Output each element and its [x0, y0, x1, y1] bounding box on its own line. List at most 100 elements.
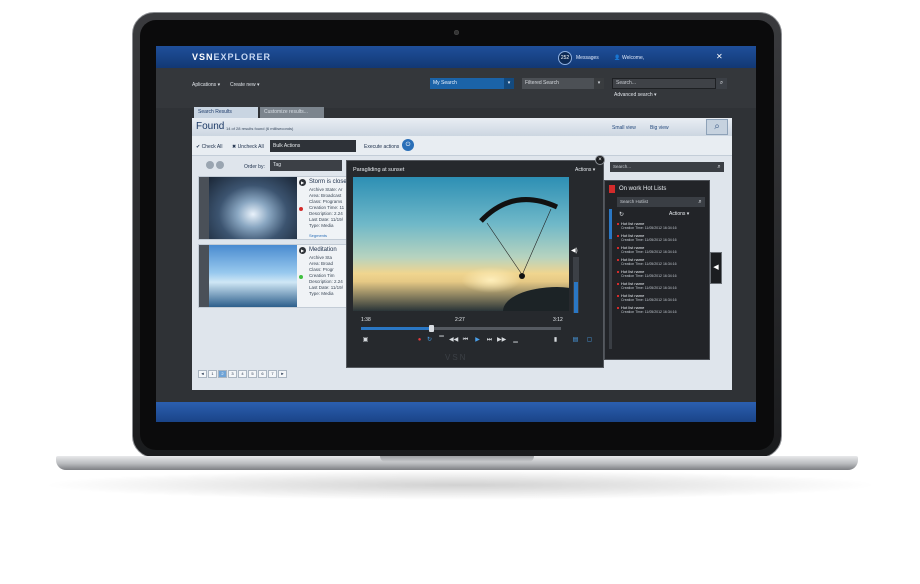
player-actions-menu[interactable]: Actions ▾	[575, 167, 595, 173]
pager-page[interactable]: 6	[258, 370, 267, 378]
found-detail: 14 of 28 results found (6 milliseconds)	[226, 126, 294, 131]
hotlist-item[interactable]: Hot list name Creation Time: 11/05/2012 1…	[617, 281, 705, 292]
found-title: Found	[196, 121, 225, 132]
asset-title[interactable]: Meditation	[309, 247, 337, 253]
fast-forward-icon[interactable]: ▶▶	[497, 336, 506, 345]
prev-icon[interactable]: ⏮	[461, 336, 470, 345]
loop-icon[interactable]: ↻	[425, 336, 434, 345]
record-icon[interactable]: ●	[415, 336, 424, 345]
filtered-search-select[interactable]: Filtered Search ▾	[522, 78, 604, 89]
pager-prev[interactable]: ◄	[198, 370, 207, 378]
player-title: Paragliding at sunset	[353, 167, 405, 173]
asset-meta: Type: Media	[309, 291, 334, 296]
hotlist-actions-menu[interactable]: Actions ▾	[669, 211, 689, 217]
tab-search-results[interactable]: Search Results	[194, 107, 258, 118]
top-search-input[interactable]: Search...	[612, 78, 716, 89]
order-by-select[interactable]: Tag	[270, 160, 342, 171]
logo-prefix: VSN	[192, 52, 214, 62]
play-icon[interactable]: ▶	[473, 336, 482, 345]
hotlist-scroll-thumb[interactable]	[609, 209, 612, 239]
volume-icon[interactable]: ◀)	[571, 247, 581, 255]
play-icon[interactable]: ▶	[299, 247, 306, 254]
frame-icon[interactable]: ▣	[361, 336, 370, 345]
refresh-icon[interactable]: ↻	[619, 211, 624, 218]
pager-page[interactable]: 4	[238, 370, 247, 378]
asset-card[interactable]: ▶ Meditation Archive Sta Area: Broad Cla…	[198, 244, 360, 308]
check-all-button[interactable]: ✔ Check All	[196, 144, 222, 150]
paraglider-pilot	[519, 273, 525, 279]
hotlist-marker	[617, 223, 619, 225]
hotlist-time: Creation Time: 11/05/2012 16:34:16	[621, 310, 677, 314]
app-logo: VSNEXPLORER	[192, 52, 271, 62]
chevron-down-icon: ▾	[594, 78, 604, 89]
pager-page[interactable]: 7	[268, 370, 277, 378]
hotlist-collapse-tab[interactable]: ◀	[710, 252, 722, 284]
mark-out-icon[interactable]: ▁	[511, 336, 520, 345]
create-new-menu[interactable]: Create new ▾	[230, 82, 259, 88]
time-mid: 2:27	[455, 317, 465, 323]
progress-fill	[361, 327, 431, 330]
hotlist-item[interactable]: Hot list name Creation Time: 11/05/2012 1…	[617, 305, 705, 316]
hotlist-item[interactable]: Hot list name Creation Time: 11/05/2012 1…	[617, 221, 705, 232]
expand-icon[interactable]	[216, 161, 224, 169]
play-icon[interactable]: ▶	[299, 179, 306, 186]
bulk-actions-select[interactable]: Bulk Actions	[270, 140, 356, 152]
search-icon[interactable]: ⌕	[695, 197, 705, 207]
user-icon: 👤	[614, 55, 621, 61]
hotlist-item[interactable]: Hot list name Creation Time: 11/05/2012 1…	[617, 245, 705, 256]
hotlist-item[interactable]: Hot list name Creation Time: 11/05/2012 1…	[617, 293, 705, 304]
time-current: 1:38	[361, 317, 371, 323]
chevron-down-icon: ▾	[504, 78, 514, 89]
hotlists-title: On work Hot Lists	[619, 186, 667, 192]
power-icon[interactable]: ⏻	[402, 139, 414, 151]
pager-page[interactable]: 3	[228, 370, 237, 378]
asset-title[interactable]: Storm is close	[309, 179, 347, 185]
next-icon[interactable]: ⏭	[485, 336, 494, 345]
big-view-link[interactable]: Big view	[650, 125, 669, 131]
my-search-label: My Search	[433, 80, 457, 86]
pager-page[interactable]: 1	[208, 370, 217, 378]
messages-link[interactable]: Messages	[576, 55, 599, 61]
asset-meta: Class: Programs	[309, 199, 343, 204]
segments-link[interactable]: Segments	[309, 233, 327, 238]
laptop-shadow	[40, 470, 880, 500]
fullscreen-icon[interactable]: ▢	[585, 336, 594, 345]
rewind-icon[interactable]: ◀◀	[449, 336, 458, 345]
messages-count-badge[interactable]: 252	[558, 51, 572, 65]
paraglider-wing	[479, 197, 559, 223]
bookmark-icon[interactable]: ▮	[551, 336, 560, 345]
tab-customize-results[interactable]: Customize results...	[260, 107, 324, 118]
pager-page-current[interactable]: 2	[218, 370, 227, 378]
video-frame[interactable]	[353, 177, 569, 311]
asset-thumbnail[interactable]	[209, 245, 297, 307]
welcome-link[interactable]: Welcome,	[622, 55, 644, 61]
asset-meta: Area: Broadcast	[309, 193, 342, 198]
pager-page[interactable]: 5	[248, 370, 257, 378]
pager-next[interactable]: ►	[278, 370, 287, 378]
collapse-icon[interactable]	[206, 161, 214, 169]
applications-menu[interactable]: Aplications ▾	[192, 82, 220, 88]
hotlist-item[interactable]: Hot list name Creation Time: 11/05/2012 1…	[617, 233, 705, 244]
subtitle-icon[interactable]: ▤	[571, 336, 580, 345]
search-icon[interactable]: ⌕	[714, 162, 724, 172]
hotlist-item[interactable]: Hot list name Creation Time: 11/05/2012 1…	[617, 257, 705, 268]
paraglider-graphic	[479, 197, 559, 279]
tools-icon[interactable]: ✕	[716, 52, 726, 62]
results-search-input[interactable]: Search...	[610, 162, 724, 172]
mark-in-icon[interactable]: ▔	[437, 336, 446, 345]
small-view-link[interactable]: Small view	[612, 125, 636, 131]
search-icon[interactable]: ⌕	[716, 78, 727, 89]
hotlist-marker	[617, 271, 619, 273]
hotlist-item[interactable]: Hot list name Creation Time: 11/05/2012 1…	[617, 269, 705, 280]
close-icon[interactable]: ×	[595, 155, 605, 165]
uncheck-all-button[interactable]: ✖ Uncheck All	[232, 144, 264, 150]
hotlist-time: Creation Time: 11/05/2012 16:34:16	[621, 286, 677, 290]
hotlist-marker	[617, 295, 619, 297]
asset-card[interactable]: ▶ Storm is close Archive State: Ar Area:…	[198, 176, 360, 240]
my-search-select[interactable]: My Search ▾	[430, 78, 514, 89]
advanced-search-link[interactable]: Advanced search ▾	[614, 92, 657, 98]
progress-handle[interactable]	[429, 325, 434, 332]
asset-thumbnail[interactable]	[209, 177, 297, 239]
search-icon[interactable]: ⌕	[706, 119, 728, 135]
hotlist-search-input[interactable]: Search Hotlist	[617, 197, 705, 207]
